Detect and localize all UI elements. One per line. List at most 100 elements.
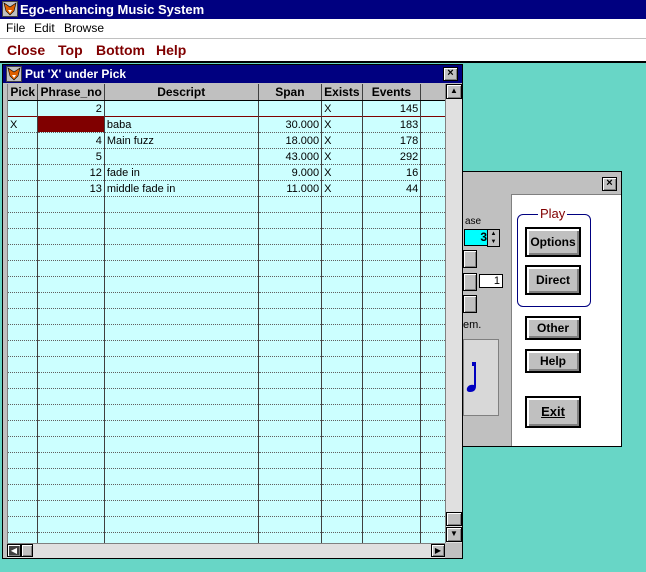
- empty-cell[interactable]: [37, 244, 105, 261]
- empty-table-row[interactable]: [8, 340, 446, 357]
- empty-cell[interactable]: [104, 292, 259, 309]
- empty-cell[interactable]: [37, 308, 105, 325]
- empty-cell[interactable]: [37, 212, 105, 229]
- empty-cell[interactable]: [258, 436, 323, 453]
- empty-cell[interactable]: [104, 276, 259, 293]
- empty-cell[interactable]: [104, 436, 259, 453]
- empty-cell[interactable]: [37, 532, 105, 543]
- empty-cell[interactable]: [258, 228, 323, 245]
- empty-cell[interactable]: [362, 388, 422, 405]
- empty-table-row[interactable]: [8, 228, 446, 245]
- scroll-right-icon[interactable]: ▶: [431, 544, 445, 557]
- empty-table-row[interactable]: [8, 260, 446, 277]
- empty-cell[interactable]: [362, 196, 422, 213]
- events-cell[interactable]: 183: [362, 116, 422, 133]
- empty-cell[interactable]: [321, 244, 363, 261]
- empty-table-row[interactable]: [8, 420, 446, 437]
- empty-cell[interactable]: [37, 260, 105, 277]
- empty-cell[interactable]: [321, 500, 363, 517]
- empty-cell[interactable]: [362, 324, 422, 341]
- column-header-phrase-no[interactable]: Phrase_no: [37, 84, 105, 101]
- app-fox-icon[interactable]: [2, 1, 18, 17]
- empty-cell[interactable]: [8, 436, 39, 453]
- table-row[interactable]: 5 43.000 X 292: [8, 148, 446, 165]
- exit-button[interactable]: Exit: [525, 396, 581, 428]
- pick-cell[interactable]: X: [8, 116, 39, 133]
- empty-cell[interactable]: [104, 324, 259, 341]
- small-button-3[interactable]: [463, 295, 477, 313]
- empty-table-row[interactable]: [8, 356, 446, 373]
- empty-cell[interactable]: [362, 372, 422, 389]
- empty-table-row[interactable]: [8, 388, 446, 405]
- span-cell[interactable]: 18.000: [258, 132, 323, 149]
- empty-cell[interactable]: [104, 388, 259, 405]
- empty-cell[interactable]: [104, 516, 259, 533]
- empty-table-row[interactable]: [8, 484, 446, 501]
- events-cell[interactable]: 145: [362, 100, 422, 117]
- empty-cell[interactable]: [362, 436, 422, 453]
- empty-table-row[interactable]: [8, 516, 446, 533]
- events-cell[interactable]: 292: [362, 148, 422, 165]
- empty-cell[interactable]: [258, 324, 323, 341]
- empty-cell[interactable]: [104, 308, 259, 325]
- empty-cell[interactable]: [8, 260, 39, 277]
- empty-cell[interactable]: [321, 468, 363, 485]
- nav-close[interactable]: Close: [7, 42, 45, 58]
- empty-cell[interactable]: [258, 420, 323, 437]
- empty-cell[interactable]: [258, 356, 323, 373]
- scroll-thumb[interactable]: [446, 512, 462, 526]
- empty-cell[interactable]: [362, 212, 422, 229]
- empty-cell[interactable]: [321, 196, 363, 213]
- empty-cell[interactable]: [362, 484, 422, 501]
- phrase-number-field[interactable]: 3: [464, 229, 488, 246]
- table-row[interactable]: 13 middle fade in 11.000 X 44: [8, 180, 446, 197]
- empty-cell[interactable]: [104, 356, 259, 373]
- empty-cell[interactable]: [258, 484, 323, 501]
- exists-cell[interactable]: X: [321, 132, 363, 149]
- empty-cell[interactable]: [362, 308, 422, 325]
- empty-cell[interactable]: [321, 308, 363, 325]
- table-row[interactable]: 2 X 145: [8, 100, 446, 117]
- column-header-exists[interactable]: Exists: [321, 84, 363, 101]
- empty-table-row[interactable]: [8, 452, 446, 469]
- empty-cell[interactable]: [37, 372, 105, 389]
- empty-cell[interactable]: [362, 452, 422, 469]
- empty-cell[interactable]: [362, 404, 422, 421]
- empty-cell[interactable]: [362, 276, 422, 293]
- empty-cell[interactable]: [8, 452, 39, 469]
- descript-cell[interactable]: [104, 148, 259, 165]
- scroll-left-icon[interactable]: ◀: [7, 544, 21, 557]
- empty-cell[interactable]: [104, 228, 259, 245]
- empty-table-row[interactable]: [8, 212, 446, 229]
- empty-table-row[interactable]: [8, 436, 446, 453]
- empty-cell[interactable]: [258, 340, 323, 357]
- options-button[interactable]: Options: [525, 227, 581, 257]
- empty-cell[interactable]: [8, 388, 39, 405]
- empty-table-row[interactable]: [8, 196, 446, 213]
- empty-table-row[interactable]: [8, 308, 446, 325]
- empty-cell[interactable]: [8, 228, 39, 245]
- empty-cell[interactable]: [258, 404, 323, 421]
- empty-cell[interactable]: [104, 340, 259, 357]
- vertical-scrollbar[interactable]: ▲ ▼: [445, 84, 462, 543]
- empty-cell[interactable]: [37, 452, 105, 469]
- empty-cell[interactable]: [362, 292, 422, 309]
- empty-cell[interactable]: [104, 244, 259, 261]
- empty-cell[interactable]: [37, 484, 105, 501]
- empty-cell[interactable]: [37, 404, 105, 421]
- empty-cell[interactable]: [321, 452, 363, 469]
- empty-cell[interactable]: [321, 404, 363, 421]
- events-cell[interactable]: 16: [362, 164, 422, 181]
- empty-cell[interactable]: [37, 436, 105, 453]
- empty-table-row[interactable]: [8, 372, 446, 389]
- empty-cell[interactable]: [258, 276, 323, 293]
- exists-cell[interactable]: X: [321, 148, 363, 165]
- empty-cell[interactable]: [104, 452, 259, 469]
- empty-cell[interactable]: [321, 532, 363, 543]
- exists-cell[interactable]: X: [321, 180, 363, 197]
- empty-cell[interactable]: [258, 308, 323, 325]
- empty-table-row[interactable]: [8, 404, 446, 421]
- empty-cell[interactable]: [104, 196, 259, 213]
- span-cell[interactable]: 9.000: [258, 164, 323, 181]
- descript-cell[interactable]: middle fade in: [104, 180, 259, 197]
